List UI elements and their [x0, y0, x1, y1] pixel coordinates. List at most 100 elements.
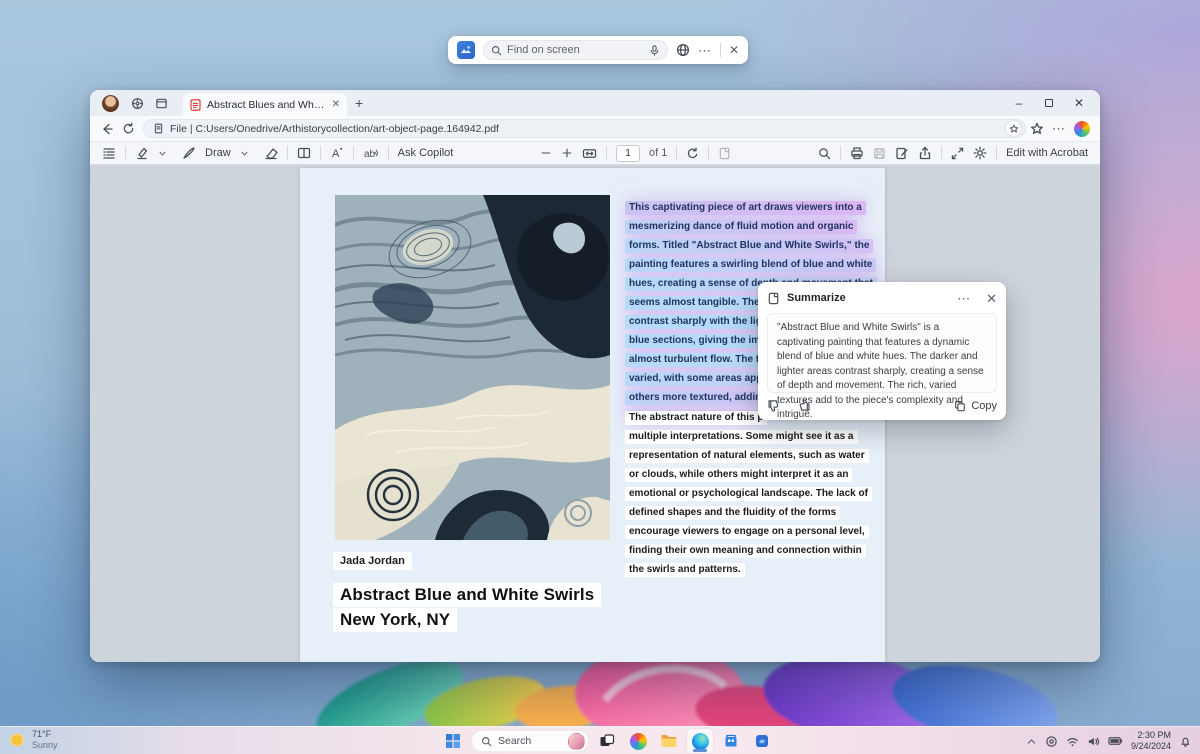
start-button[interactable]: [440, 729, 466, 753]
copy-button[interactable]: Copy: [954, 400, 997, 412]
document-url-icon: [153, 123, 164, 134]
new-tab-button[interactable]: +: [355, 95, 363, 111]
ask-copilot-button[interactable]: Ask Copilot: [398, 147, 454, 159]
maximize-icon: [1045, 99, 1053, 107]
highlighter-icon[interactable]: [135, 146, 149, 160]
pdf-search-icon[interactable]: [818, 147, 831, 160]
body-line: emotional or psychological landscape. Th…: [625, 487, 872, 501]
desktop: Find on screen ⋯ ✕ Abstract Blues and Wh…: [0, 0, 1200, 754]
notification-bell-icon[interactable]: [1179, 735, 1192, 748]
find-bar-close-icon[interactable]: ✕: [729, 44, 739, 56]
table-of-contents-icon[interactable]: [102, 146, 116, 160]
edge-taskbar-button[interactable]: [687, 729, 713, 753]
fit-to-width-icon[interactable]: [582, 147, 597, 160]
microsoft-store-icon: [723, 733, 739, 749]
taskbar-center: Search: [440, 729, 775, 753]
popup-close-icon[interactable]: ✕: [986, 292, 997, 305]
share-icon[interactable]: [918, 146, 932, 160]
page-view-icon[interactable]: [297, 146, 311, 160]
copilot-taskbar-icon: [630, 733, 647, 750]
highlighted-line: forms. Titled "Abstract Blue and White S…: [625, 239, 873, 253]
body-line: encourage viewers to engage on a persona…: [625, 525, 869, 539]
highlighted-line: almost turbulent flow. The t: [625, 353, 763, 367]
wifi-icon[interactable]: [1066, 735, 1079, 748]
highlighted-line: others more textured, addin: [625, 391, 765, 405]
page-number-input[interactable]: 1: [616, 145, 640, 162]
popup-more-icon[interactable]: ⋯: [957, 292, 971, 305]
edit-with-acrobat-button[interactable]: Edit with Acrobat: [1006, 147, 1088, 159]
print-icon[interactable]: [850, 146, 864, 160]
thumbs-down-icon[interactable]: [767, 399, 780, 412]
minimize-button[interactable]: –: [1004, 92, 1034, 114]
taskbar-clock[interactable]: 2:30 PM 9/24/2024: [1131, 730, 1171, 752]
divider: [720, 43, 721, 57]
volume-icon[interactable]: [1087, 735, 1100, 748]
battery-icon[interactable]: [1108, 735, 1123, 747]
thumbs-up-icon[interactable]: [798, 399, 811, 412]
read-aloud-icon[interactable]: ab: [363, 146, 379, 160]
artwork-location: New York, NY: [333, 608, 457, 632]
highlighted-line: blue sections, giving the im: [625, 334, 764, 348]
zoom-out-icon[interactable]: [540, 147, 552, 159]
tab-actions-icon[interactable]: [149, 93, 173, 113]
file-explorer-button[interactable]: [656, 729, 682, 753]
rotate-icon[interactable]: [686, 147, 699, 160]
tray-app-icon[interactable]: [1045, 735, 1058, 748]
zoom-in-icon[interactable]: [561, 147, 573, 159]
highlighted-line: mesmerizing dance of fluid motion and or…: [625, 220, 857, 234]
page-thumbnail-icon: [718, 147, 731, 160]
pinned-app-button[interactable]: [749, 729, 775, 753]
find-placeholder: Find on screen: [507, 44, 644, 56]
highlighted-line: This captivating piece of art draws view…: [625, 201, 866, 215]
add-text-icon[interactable]: A: [330, 146, 344, 160]
copilot-icon[interactable]: [1074, 121, 1090, 137]
find-on-screen-input[interactable]: Find on screen: [483, 40, 668, 60]
summary-text: "Abstract Blue and White Swirls" is a ca…: [767, 313, 997, 393]
pdf-toolbar: Draw A ab Ask Copilot 1 of 1: [90, 141, 1100, 165]
file-explorer-icon: [660, 733, 678, 749]
browser-more-icon[interactable]: ⋯: [1052, 122, 1066, 135]
weather-temperature: 71°F: [32, 729, 58, 740]
copilot-taskbar-button[interactable]: [625, 729, 651, 753]
sun-icon: [8, 731, 26, 749]
window-controls: – ✕: [1004, 92, 1094, 114]
pinned-app-icon: [754, 733, 770, 749]
workspaces-icon[interactable]: [125, 93, 149, 113]
taskbar-search-box[interactable]: Search: [471, 730, 589, 752]
weather-condition: Sunny: [32, 740, 58, 751]
site-settings-icon[interactable]: [1006, 121, 1021, 136]
pdf-viewer: This captivating piece of art draws view…: [90, 165, 1100, 662]
globe-icon[interactable]: [676, 43, 690, 57]
edge-browser-window: Abstract Blues and White Swirls by J ✕ +…: [90, 90, 1100, 662]
find-bar-more-icon[interactable]: ⋯: [698, 44, 712, 57]
eraser-icon[interactable]: [264, 146, 278, 160]
hidden-icons-chevron[interactable]: [1026, 736, 1037, 747]
task-view-button[interactable]: [594, 729, 620, 753]
artwork-title-block: Abstract Blue and White Swirls New York,…: [333, 583, 601, 633]
favorites-star-icon[interactable]: [1030, 122, 1044, 136]
fullscreen-icon[interactable]: [951, 147, 964, 160]
tab-close-icon[interactable]: ✕: [332, 100, 340, 110]
draw-chevron-icon[interactable]: [240, 149, 249, 158]
window-close-button[interactable]: ✕: [1064, 92, 1094, 114]
draw-label[interactable]: Draw: [205, 147, 231, 159]
save-as-icon[interactable]: [895, 146, 909, 160]
tab-title: Abstract Blues and White Swirls by J: [207, 99, 326, 111]
visual-search-app-icon: [457, 41, 475, 59]
weather-widget[interactable]: 71°F Sunny: [8, 729, 58, 751]
settings-gear-icon[interactable]: [973, 146, 987, 160]
refresh-icon[interactable]: [122, 122, 135, 135]
microsoft-store-button[interactable]: [718, 729, 744, 753]
back-icon[interactable]: [100, 122, 114, 136]
profile-avatar[interactable]: [102, 95, 119, 112]
maximize-button[interactable]: [1034, 92, 1064, 114]
draw-pen-icon[interactable]: [182, 146, 196, 160]
taskbar: 71°F Sunny Search: [0, 726, 1200, 754]
highlighter-chevron-icon[interactable]: [158, 149, 167, 158]
body-line: or clouds, while others might interpret …: [625, 468, 852, 482]
url-field[interactable]: File | C:Users/Onedrive/Arthistorycollec…: [143, 119, 1026, 138]
pdf-file-icon: [190, 99, 201, 111]
browser-tab[interactable]: Abstract Blues and White Swirls by J ✕: [183, 93, 347, 116]
microphone-icon[interactable]: [649, 45, 660, 56]
copy-label: Copy: [971, 400, 997, 412]
